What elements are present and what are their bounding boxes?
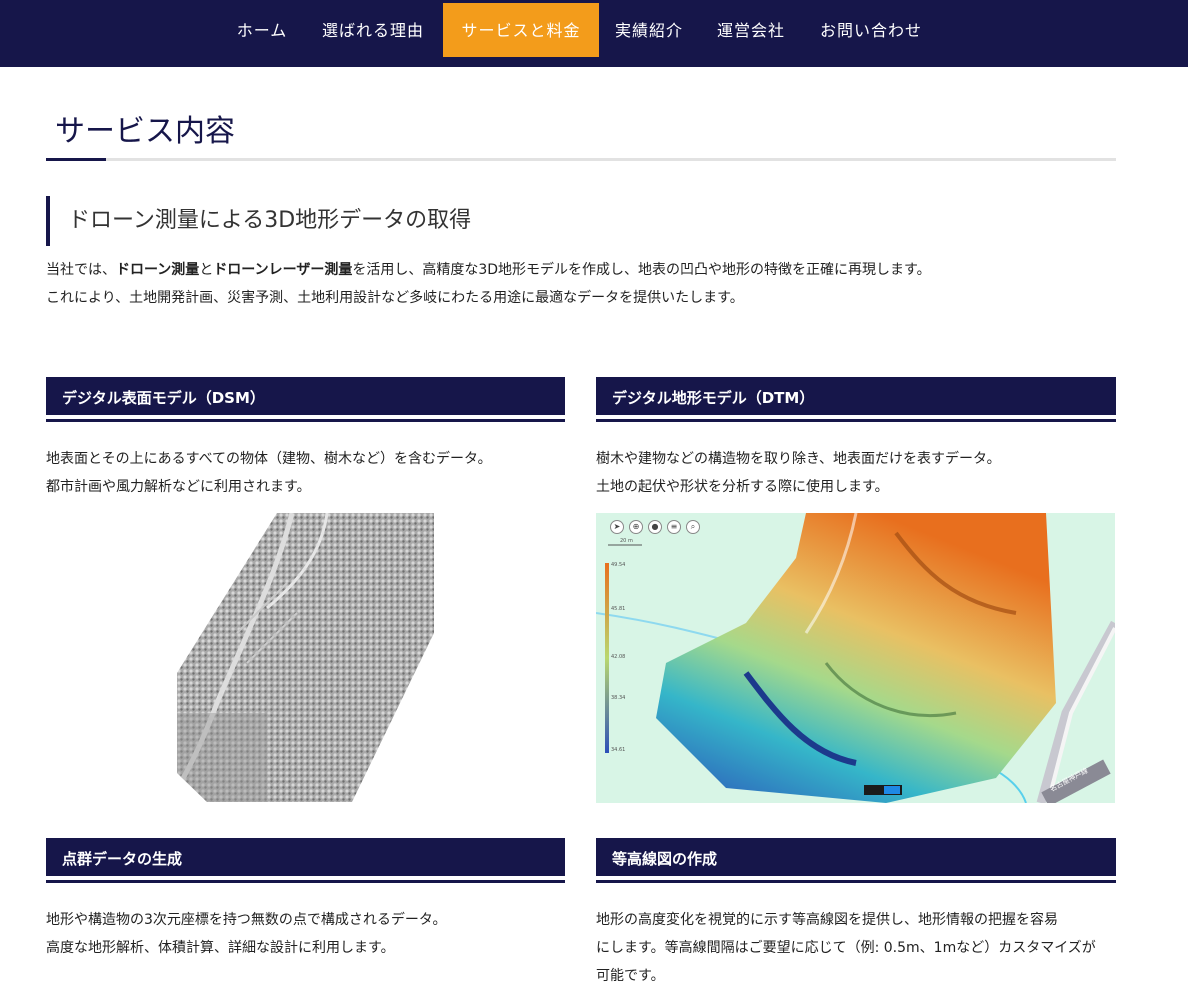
- legend-value: 38.34: [611, 695, 626, 701]
- card-rule-contour: [596, 880, 1116, 883]
- card-rule-dsm: [46, 419, 565, 422]
- top-navigation: ホーム 選ばれる理由 サービスと料金 実績紹介 運営会社 お問い合わせ: [0, 0, 1188, 67]
- card-text-contour: 地形の高度変化を視覚的に示す等高線図を提供し、地形情報の把握を容易 にします。等…: [596, 906, 1116, 990]
- nav-works[interactable]: 実績紹介: [605, 3, 693, 57]
- title-divider: [46, 158, 1116, 161]
- intro-line-1: 当社では、ドローン測量とドローンレーザー測量を活用し、高精度な3D地形モデルを作…: [46, 256, 1126, 284]
- intro-bold-laser-survey: ドローンレーザー測量: [213, 262, 353, 278]
- card-text-line: 地表面とその上にあるすべての物体（建物、樹木など）を含むデータ。: [46, 451, 492, 467]
- search-icon[interactable]: ⌕: [686, 520, 700, 534]
- map-scale: 20 m: [620, 538, 633, 544]
- intro-line-2: これにより、土地開発計画、災害予測、土地利用設計など多岐にわたる用途に最適なデー…: [46, 290, 744, 306]
- intro-text: と: [199, 262, 214, 278]
- legend-value: 42.08: [611, 654, 626, 660]
- locate-icon[interactable]: ⊕: [629, 520, 643, 534]
- pin-icon[interactable]: ●: [648, 520, 662, 534]
- card-text-line: 高度な地形解析、体積計算、詳細な設計に利用します。: [46, 940, 395, 956]
- dtm-map-image: ➤ ⊕ ● ≡ ⌕ 20 m 49.54 45.81 42.08 38.34 3…: [596, 513, 1115, 803]
- section-heading: ドローン測量による3D地形データの取得: [46, 196, 471, 246]
- legend-value: 34.61: [611, 747, 626, 753]
- intro-text: を活用し、高精度な3D地形モデルを作成し、地表の凹凸や地形の特徴を正確に再現しま…: [352, 262, 931, 278]
- legend-value: 45.81: [611, 606, 626, 612]
- intro-bold-drone-survey: ドローン測量: [116, 262, 200, 278]
- card-text-line: 可能です。: [596, 968, 665, 984]
- nav-services-pricing[interactable]: サービスと料金: [443, 3, 599, 57]
- card-title-dsm: デジタル表面モデル（DSM）: [46, 377, 565, 415]
- page-title: サービス内容: [55, 114, 235, 149]
- dsm-terrain-image: [177, 513, 434, 802]
- card-rule-point-cloud: [46, 880, 565, 883]
- nav-contact[interactable]: お問い合わせ: [808, 3, 934, 57]
- compass-icon[interactable]: ➤: [610, 520, 624, 534]
- card-text-line: 土地の起伏や形状を分析する際に使用します。: [596, 479, 889, 495]
- card-text-line: 都市計画や風力解析などに利用されます。: [46, 479, 311, 495]
- list-icon[interactable]: ≡: [667, 520, 681, 534]
- card-text-line: 樹木や建物などの構造物を取り除き、地表面だけを表すデータ。: [596, 451, 1001, 467]
- card-text-dtm: 樹木や建物などの構造物を取り除き、地表面だけを表すデータ。 土地の起伏や形状を分…: [596, 445, 1116, 501]
- title-divider-accent: [46, 158, 106, 161]
- card-text-dsm: 地表面とその上にあるすべての物体（建物、樹木など）を含むデータ。 都市計画や風力…: [46, 445, 565, 501]
- card-title-dtm: デジタル地形モデル（DTM）: [596, 377, 1116, 415]
- card-text-line: にします。等高線間隔はご要望に応じて（例: 0.5m、1mなど）カスタマイズが: [596, 940, 1096, 956]
- legend-value: 49.54: [611, 562, 626, 568]
- card-text-line: 地形の高度変化を視覚的に示す等高線図を提供し、地形情報の把握を容易: [596, 912, 1058, 928]
- card-text-point-cloud: 地形や構造物の3次元座標を持つ無数の点で構成されるデータ。 高度な地形解析、体積…: [46, 906, 565, 962]
- card-title-point-cloud: 点群データの生成: [46, 838, 565, 876]
- dtm-terrain-map: [596, 513, 1115, 803]
- nav-reasons[interactable]: 選ばれる理由: [310, 3, 436, 57]
- nav-home[interactable]: ホーム: [226, 3, 298, 57]
- intro-text: 当社では、: [46, 262, 116, 278]
- section-intro: 当社では、ドローン測量とドローンレーザー測量を活用し、高精度な3D地形モデルを作…: [46, 256, 1126, 312]
- card-title-contour: 等高線図の作成: [596, 838, 1116, 876]
- nav-company[interactable]: 運営会社: [707, 3, 795, 57]
- card-rule-dtm: [596, 419, 1116, 422]
- card-text-line: 地形や構造物の3次元座標を持つ無数の点で構成されるデータ。: [46, 912, 447, 928]
